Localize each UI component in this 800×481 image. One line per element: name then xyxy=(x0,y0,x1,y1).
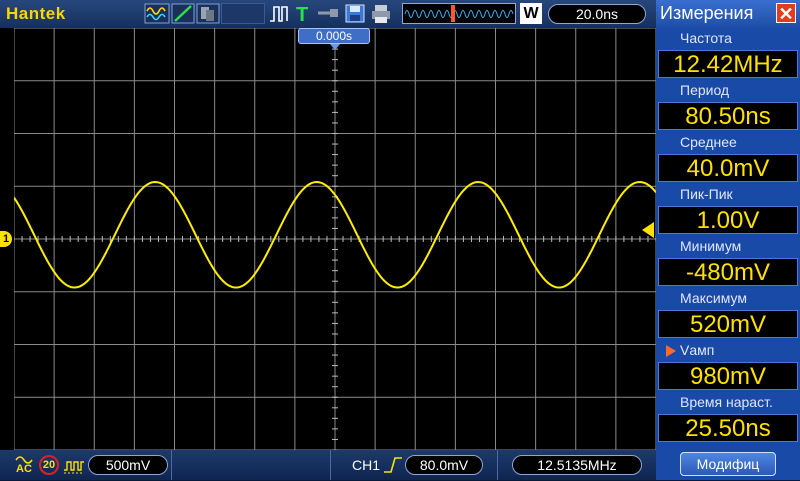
measurement-label-text: Минимум xyxy=(680,238,742,254)
measurement-value[interactable]: 980mV xyxy=(658,362,798,390)
brand-logo: Hantek xyxy=(6,4,66,23)
modify-button[interactable]: Модифиц xyxy=(680,452,776,476)
measurement-value[interactable]: 1.00V xyxy=(658,206,798,234)
trigger-level-marker[interactable] xyxy=(642,222,654,238)
scope-graticule xyxy=(13,27,657,451)
measurement-label-text: Время нараст. xyxy=(680,394,773,410)
measurement-value[interactable]: 520mV xyxy=(658,310,798,338)
trigger-source-label[interactable]: CH1 xyxy=(352,457,380,473)
blank-slot xyxy=(221,3,265,24)
measurement-label[interactable]: Среднее xyxy=(656,132,800,152)
trigger-position-badge[interactable]: 0.000s xyxy=(298,28,370,44)
rising-edge-icon[interactable] xyxy=(382,455,404,480)
divider xyxy=(497,450,498,480)
measurement-label-text: Максимум xyxy=(680,290,747,306)
trigger-position-arrow xyxy=(330,44,340,50)
measurement-label-text: Vамп xyxy=(680,342,715,358)
save-icon[interactable] xyxy=(344,3,366,24)
wave-icon[interactable] xyxy=(144,3,170,24)
panel-title: Измерения xyxy=(660,3,754,23)
memory-overview-icon[interactable] xyxy=(402,3,516,24)
measurement-value[interactable]: 12.42MHz xyxy=(658,50,798,78)
measurement-label[interactable]: Пик-Пик xyxy=(656,184,800,204)
measurements-panel: Измерения ✕ Частота 12.42MHz Период 80.50ns… xyxy=(656,0,800,480)
ch1-volts-div[interactable]: 500mV xyxy=(88,455,168,475)
measurement-label[interactable]: Частота xyxy=(656,28,800,48)
probe-icon[interactable] xyxy=(316,3,340,24)
pulse-filter-icon[interactable] xyxy=(63,456,85,479)
scope-screen[interactable] xyxy=(13,27,657,451)
measurement-label-text: Период xyxy=(680,82,730,98)
close-icon[interactable]: ✕ xyxy=(776,3,796,24)
ac-coupling-icon[interactable]: AC xyxy=(14,454,36,481)
measurement-value[interactable]: 80.50ns xyxy=(658,102,798,130)
ramp-icon[interactable] xyxy=(171,3,195,24)
measurement-label[interactable]: Период xyxy=(656,80,800,100)
measurement-label-text: Пик-Пик xyxy=(680,186,733,202)
measurement-value[interactable]: -480mV xyxy=(658,258,798,286)
status-bar: AC 20 500mV CH1 80.0mV 12.5135MHz xyxy=(0,450,656,480)
svg-text:T: T xyxy=(296,4,308,24)
panel-header: Измерения ✕ xyxy=(656,0,800,28)
pulse-icon[interactable] xyxy=(268,3,290,24)
measurement-value[interactable]: 25.50ns xyxy=(658,414,798,442)
measurement-label[interactable]: Время нараст. xyxy=(656,392,800,412)
top-toolbar: Hantek T W 20.0ns xyxy=(0,0,656,28)
frequency-counter: 12.5135MHz xyxy=(512,455,642,475)
measurement-label[interactable]: Vамп xyxy=(656,340,800,360)
measurement-label[interactable]: Максимум xyxy=(656,288,800,308)
persist-icon[interactable] xyxy=(196,3,220,24)
print-icon[interactable] xyxy=(370,3,392,24)
divider xyxy=(330,450,331,480)
measurement-label-text: Частота xyxy=(680,30,732,46)
trigger-t-icon[interactable]: T xyxy=(294,3,312,24)
bw-limit-icon[interactable]: 20 xyxy=(39,455,59,475)
window-label: W xyxy=(520,3,542,24)
timebase-readout[interactable]: 20.0ns xyxy=(548,4,646,24)
divider xyxy=(171,450,172,480)
measurement-value[interactable]: 40.0mV xyxy=(658,154,798,182)
measurement-label-text: Среднее xyxy=(680,134,737,150)
selected-arrow-icon xyxy=(666,345,676,357)
trigger-level-readout[interactable]: 80.0mV xyxy=(405,455,483,475)
measurement-label[interactable]: Минимум xyxy=(656,236,800,256)
